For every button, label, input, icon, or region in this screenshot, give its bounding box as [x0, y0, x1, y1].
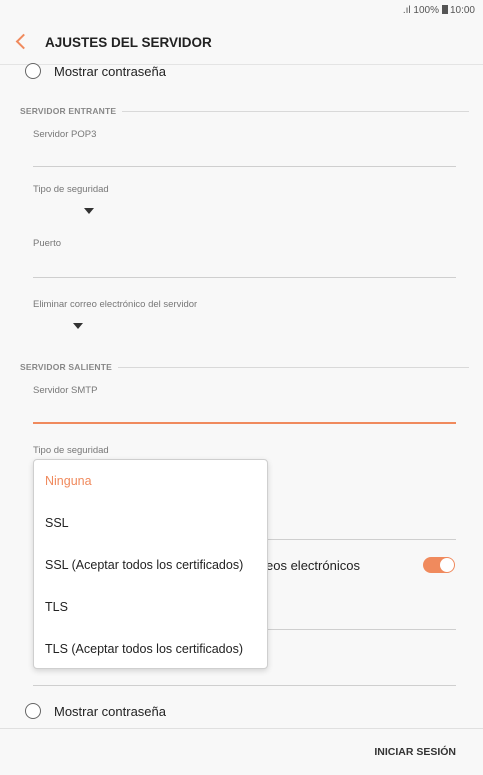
outgoing-security-label: Tipo de seguridad	[33, 445, 109, 456]
back-arrow-icon[interactable]	[15, 33, 32, 50]
battery-level: 100%	[413, 5, 439, 16]
delete-from-server-dropdown-caret-icon[interactable]	[73, 323, 83, 329]
smtp-server-input[interactable]	[33, 422, 456, 424]
port-input[interactable]	[33, 277, 456, 278]
dropdown-option-tls-all-certs[interactable]: TLS (Aceptar todos los certificados)	[45, 642, 243, 656]
hidden-field-line-1	[266, 539, 456, 540]
email-setting-toggle[interactable]	[423, 557, 455, 573]
incoming-section-title: SERVIDOR ENTRANTE	[20, 106, 117, 116]
pop3-server-input[interactable]	[33, 166, 456, 167]
signal-icon: .ıl	[402, 5, 411, 16]
dropdown-option-tls[interactable]: TLS	[45, 600, 68, 614]
show-password-label-top: Mostrar contraseña	[54, 64, 166, 79]
app-bar: AJUSTES DEL SERVIDOR	[0, 22, 483, 65]
partial-email-setting-text: eos electrónicos	[266, 558, 360, 573]
pop3-server-label: Servidor POP3	[33, 129, 97, 140]
incoming-security-label: Tipo de seguridad	[33, 184, 109, 195]
hidden-field-line-2	[266, 629, 456, 630]
bottom-action-bar: INICIAR SESIÓN	[0, 728, 483, 775]
page-title: AJUSTES DEL SERVIDOR	[45, 35, 212, 50]
clock: 10:00	[449, 5, 475, 16]
show-password-label-bottom: Mostrar contraseña	[54, 704, 166, 719]
dropdown-option-ninguna[interactable]: Ninguna	[45, 474, 92, 488]
incoming-section-header: SERVIDOR ENTRANTE	[20, 106, 469, 116]
dropdown-option-ssl[interactable]: SSL	[45, 516, 69, 530]
toggle-thumb	[440, 558, 454, 572]
outgoing-section-header: SERVIDOR SALIENTE	[20, 362, 469, 372]
hidden-field-line-3	[33, 685, 456, 686]
incoming-security-dropdown-caret-icon[interactable]	[84, 208, 94, 214]
port-label: Puerto	[33, 238, 61, 249]
show-password-radio-bottom[interactable]	[25, 703, 41, 719]
outgoing-section-title: SERVIDOR SALIENTE	[20, 362, 113, 372]
show-password-radio-top[interactable]	[25, 63, 41, 79]
smtp-server-label: Servidor SMTP	[33, 385, 98, 396]
login-button[interactable]: INICIAR SESIÓN	[374, 746, 456, 758]
battery-icon	[441, 5, 448, 14]
security-type-dropdown-menu: Ninguna SSL SSL (Aceptar todos los certi…	[33, 459, 268, 669]
status-bar: .ıl 100% 10:00	[0, 0, 483, 22]
delete-from-server-label: Eliminar correo electrónico del servidor	[33, 299, 198, 310]
dropdown-option-ssl-all-certs[interactable]: SSL (Aceptar todos los certificados)	[45, 558, 243, 572]
